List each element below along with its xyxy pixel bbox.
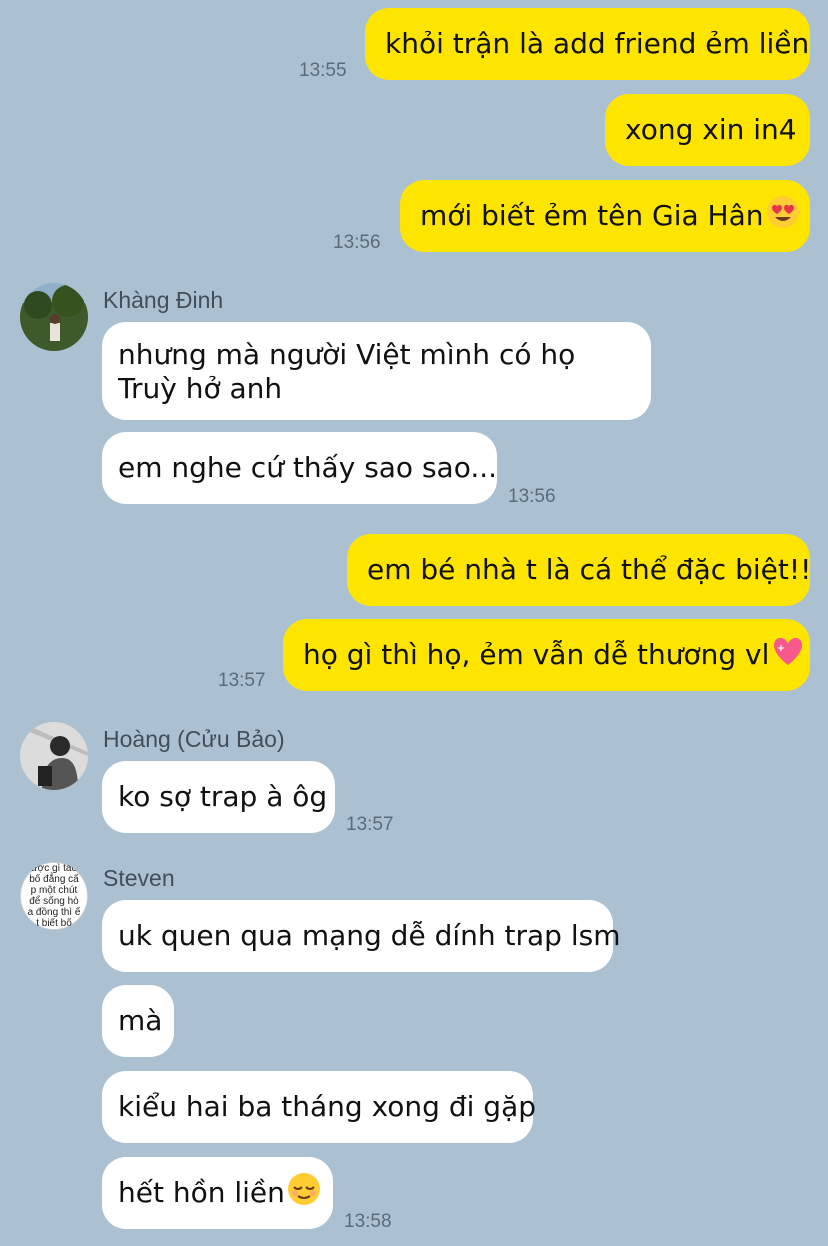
incoming-message[interactable]: nhưng mà người Việt mình có họ Truỳ hở a… — [102, 322, 651, 420]
message-text: hết hồn liền — [118, 1176, 285, 1209]
message-time: 13:56 — [333, 232, 381, 253]
message-text: em bé nhà t là cá thể đặc biệt!! — [367, 553, 812, 586]
message-text: ko sợ trap à ôg — [118, 780, 328, 813]
message-text: mà — [118, 1004, 163, 1037]
message-text: xong xin in4 — [625, 113, 797, 146]
outgoing-message[interactable]: mới biết ẻm tên Gia Hân — [400, 180, 810, 252]
message-time: 13:55 — [299, 60, 347, 81]
outgoing-message[interactable]: khỏi trận là add friend ẻm liền — [365, 8, 810, 80]
message-text: mới biết ẻm tên Gia Hân — [420, 199, 764, 232]
avatar[interactable] — [20, 283, 88, 351]
message-time: 13:57 — [346, 814, 394, 835]
message-text: họ gì thì họ, ẻm vẫn dễ thương vl — [303, 638, 770, 671]
heart-eyes-icon — [766, 195, 800, 237]
message-text: uk quen qua mạng dễ dính trap lsm — [118, 919, 621, 952]
incoming-message[interactable]: em nghe cứ thấy sao sao... — [102, 432, 497, 504]
incoming-message[interactable]: mà — [102, 985, 174, 1057]
outgoing-message[interactable]: xong xin in4 — [605, 94, 810, 166]
sparkling-heart-icon — [771, 634, 805, 676]
incoming-message[interactable]: uk quen qua mạng dễ dính trap lsm — [102, 900, 621, 972]
message-text: nhưng mà người Việt mình có họ Truỳ hở a… — [118, 338, 576, 405]
avatar[interactable]: ược gì tao bố đẳng cấp một chút để sống … — [20, 862, 88, 930]
avatar[interactable] — [20, 722, 88, 790]
relieved-face-icon — [287, 1172, 321, 1214]
incoming-message[interactable]: hết hồn liền — [102, 1157, 333, 1229]
sender-name: Hoàng (Cửu Bảo) — [103, 726, 285, 752]
sender-name: Khàng Đinh — [103, 287, 224, 313]
message-time: 13:58 — [344, 1211, 392, 1232]
message-text: khỏi trận là add friend ẻm liền — [385, 27, 810, 60]
incoming-message[interactable]: ko sợ trap à ôg — [102, 761, 335, 833]
incoming-message[interactable]: kiểu hai ba tháng xong đi gặp — [102, 1071, 537, 1143]
avatar-image-text: ược gì tao bố đẳng cấp một chút để sống … — [20, 862, 88, 930]
sender-name: Steven — [103, 865, 175, 891]
message-text: kiểu hai ba tháng xong đi gặp — [118, 1090, 537, 1123]
message-time: 13:57 — [218, 670, 266, 691]
outgoing-message[interactable]: em bé nhà t là cá thể đặc biệt!! — [347, 534, 812, 606]
message-text: em nghe cứ thấy sao sao... — [118, 451, 498, 484]
message-time: 13:56 — [508, 486, 556, 507]
outgoing-message[interactable]: họ gì thì họ, ẻm vẫn dễ thương vl — [283, 619, 810, 691]
